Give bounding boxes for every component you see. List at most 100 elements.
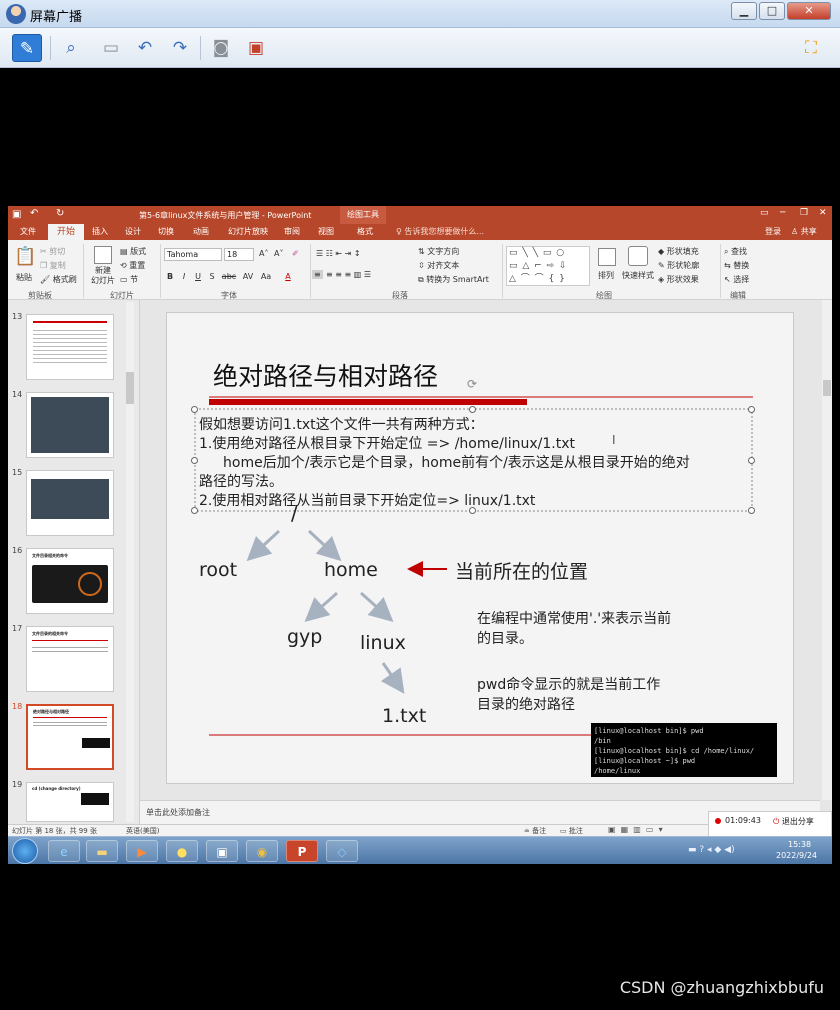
copy-button[interactable]: ❐ 复制 xyxy=(40,260,66,271)
language[interactable]: 英语(美国) xyxy=(126,826,159,836)
shape-outline-button[interactable]: ✎ 形状轮廓 xyxy=(658,260,699,271)
shape-fill-button[interactable]: ◆ 形状填充 xyxy=(658,246,699,257)
edit-scrollbar-handle[interactable] xyxy=(823,380,831,396)
media-player-icon[interactable]: ▶ xyxy=(126,840,158,862)
undo-icon[interactable]: ↶ xyxy=(130,34,160,62)
change-case-button[interactable]: Aa xyxy=(258,270,274,283)
thumb-scrollbar-handle[interactable] xyxy=(126,372,134,404)
font-shrink-icon[interactable]: A˅ xyxy=(274,249,283,258)
zoom-icon[interactable]: ⌕ xyxy=(56,34,86,62)
align-left-icon[interactable]: ≡ xyxy=(312,270,323,279)
resize-handle[interactable] xyxy=(191,406,198,413)
font-grow-icon[interactable]: A˄ xyxy=(259,249,268,258)
shadow-button[interactable]: S xyxy=(206,270,218,283)
tab-file[interactable]: 文件 xyxy=(20,226,36,237)
tab-home[interactable]: 开始 xyxy=(48,224,84,240)
classroom-app-icon[interactable]: ▣ xyxy=(206,840,238,862)
tips-icon[interactable]: ● xyxy=(166,840,198,862)
bold-button[interactable]: B xyxy=(164,270,176,283)
camera-icon[interactable]: ◙ xyxy=(206,34,236,62)
redo-icon[interactable]: ↻ xyxy=(56,208,64,219)
start-button[interactable] xyxy=(12,838,38,864)
slide-thumbnail-15[interactable] xyxy=(26,470,114,536)
maximize-button[interactable]: □ xyxy=(759,2,785,20)
format-painter-button[interactable]: 🖌 格式刷 xyxy=(40,274,77,285)
tell-me-search[interactable]: ♀ 告诉我您想要做什么... xyxy=(396,226,484,237)
text-direction-button[interactable]: ⇅ 文字方向 xyxy=(418,246,459,257)
shapes-gallery[interactable]: ▭ ╲ ╲ ▭ ○ ▭ △ ⌐ ⇨ ⇩ △ ⌒ ⌒ { } xyxy=(506,246,590,286)
slide-thumbnail-16[interactable]: 文件目录相关的命令 xyxy=(26,548,114,614)
ppt-restore-button[interactable]: ❐ xyxy=(800,208,808,218)
view-buttons[interactable]: ▣ ▦ ▥ ▭ ▾ xyxy=(608,825,663,834)
bullets-icon[interactable]: ☰ ☷ ⇤ ⇥ ↕ xyxy=(316,249,361,258)
cut-button[interactable]: ✂ 剪切 xyxy=(40,246,65,257)
font-name-select[interactable]: Tahoma xyxy=(164,248,222,261)
clock-time[interactable]: 15:38 xyxy=(788,840,811,849)
arrange-button[interactable]: 排列 xyxy=(598,270,614,281)
tab-transitions[interactable]: 切换 xyxy=(158,226,174,237)
font-size-select[interactable]: 18 xyxy=(224,248,254,261)
replace-button[interactable]: ⇆ 替换 xyxy=(724,260,749,271)
tab-view[interactable]: 视图 xyxy=(318,226,334,237)
shape-effects-button[interactable]: ◈ 形状效果 xyxy=(658,274,699,285)
redo-icon[interactable]: ↷ xyxy=(165,34,195,62)
undo-icon[interactable]: ↶ xyxy=(30,208,38,219)
tab-insert[interactable]: 插入 xyxy=(92,226,108,237)
fullscreen-icon[interactable]: ⛶ xyxy=(796,34,826,62)
exit-share-button[interactable]: ⏻ 退出分享 xyxy=(773,816,814,827)
close-button[interactable]: ✕ xyxy=(787,2,831,20)
clock-date[interactable]: 2022/9/24 xyxy=(776,851,817,860)
resize-handle[interactable] xyxy=(748,507,755,514)
paste-icon[interactable]: 📋 xyxy=(14,246,36,270)
section-button[interactable]: ▭ 节 xyxy=(120,274,138,285)
thumb-scrollbar[interactable] xyxy=(126,302,134,822)
slide-thumbnail-17[interactable]: 文件目录的相关命令 xyxy=(26,626,114,692)
tab-slideshow[interactable]: 幻灯片放映 xyxy=(228,226,268,237)
notes-toggle[interactable]: ≐ 备注 xyxy=(524,826,546,836)
arrange-icon[interactable] xyxy=(598,248,616,266)
virtualbox-icon[interactable]: ◇ xyxy=(326,840,358,862)
quick-styles-icon[interactable] xyxy=(628,246,648,266)
font-color-button[interactable]: A xyxy=(282,270,294,283)
edit-scrollbar[interactable] xyxy=(822,300,832,800)
new-slide-icon[interactable] xyxy=(94,246,112,264)
share-button[interactable]: ♙ 共享 xyxy=(791,226,817,237)
ribbon-display-icon[interactable]: ▭ xyxy=(760,208,769,218)
tab-animations[interactable]: 动画 xyxy=(193,226,209,237)
current-slide[interactable]: ⟳ 绝对路径与相对路径 假如想要访问1.txt这个文件一共有两种方式： 1.使用… xyxy=(166,312,794,784)
select-button[interactable]: ↖ 选择 xyxy=(724,274,749,285)
reset-button[interactable]: ⟲ 重置 xyxy=(120,260,145,271)
ppt-minimize-button[interactable]: ─ xyxy=(780,208,785,218)
tab-design[interactable]: 设计 xyxy=(125,226,141,237)
char-spacing-button[interactable]: AV xyxy=(240,270,256,283)
chrome-icon[interactable]: ◉ xyxy=(246,840,278,862)
monitor-icon[interactable]: ▭ xyxy=(96,34,126,62)
explorer-icon[interactable]: ▬ xyxy=(86,840,118,862)
record-icon[interactable]: ▣ xyxy=(241,34,271,62)
slide-thumbnail-13[interactable] xyxy=(26,314,114,380)
resize-handle[interactable] xyxy=(748,406,755,413)
align-center-icon[interactable]: ≡ ≡ ≡ ▥ ☰ xyxy=(326,270,371,279)
slide-thumbnail-14[interactable] xyxy=(26,392,114,458)
pen-tool-button[interactable]: ✎ xyxy=(12,34,42,62)
quick-styles-button[interactable]: 快速样式 xyxy=(622,270,654,281)
clear-format-icon[interactable]: ✐ xyxy=(292,249,299,258)
resize-handle[interactable] xyxy=(191,457,198,464)
resize-handle[interactable] xyxy=(191,507,198,514)
powerpoint-taskbar-icon[interactable]: P xyxy=(286,840,318,862)
layout-button[interactable]: ▤ 版式 xyxy=(120,246,146,257)
minimize-button[interactable]: ▁ xyxy=(731,2,757,20)
underline-button[interactable]: U xyxy=(192,270,204,283)
align-text-button[interactable]: ⇳ 对齐文本 xyxy=(418,260,459,271)
convert-smartart-button[interactable]: ⧉ 转换为 SmartArt xyxy=(418,274,489,285)
resize-handle[interactable] xyxy=(748,457,755,464)
tab-format[interactable]: 格式 xyxy=(357,226,373,237)
resize-handle[interactable] xyxy=(469,406,476,413)
ppt-close-button[interactable]: ✕ xyxy=(819,208,827,218)
find-button[interactable]: ⌕ 查找 xyxy=(724,246,747,257)
comments-toggle[interactable]: ▭ 批注 xyxy=(560,826,583,836)
ie-icon[interactable]: e xyxy=(48,840,80,862)
strikethrough-button[interactable]: abc xyxy=(220,270,238,283)
login-link[interactable]: 登录 xyxy=(765,226,781,237)
new-slide-button[interactable]: 新建 幻灯片 xyxy=(88,266,118,286)
